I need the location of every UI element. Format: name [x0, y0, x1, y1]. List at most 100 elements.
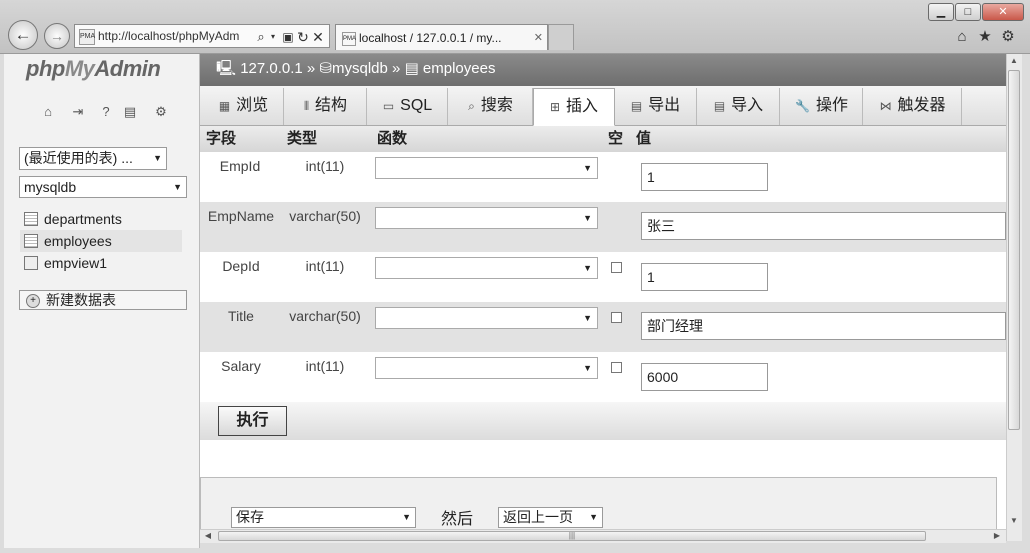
execute-button[interactable]: 执行	[218, 406, 287, 436]
value-input[interactable]: 6000	[641, 363, 768, 391]
logo-admin: Admin	[94, 56, 161, 81]
null-checkbox[interactable]	[611, 312, 622, 323]
compat-view-icon[interactable]: ▣	[281, 27, 295, 47]
tab-export[interactable]: ▤ 导出	[615, 88, 697, 125]
tab-label: SQL	[400, 97, 433, 114]
chevron-down-icon: ▼	[583, 313, 592, 323]
favorites-star-icon[interactable]: ★	[975, 27, 995, 47]
dropdown-icon[interactable]: ▾	[268, 27, 278, 47]
search-icon: ⌕	[468, 99, 475, 113]
breadcrumb-table[interactable]: employees	[423, 60, 496, 77]
chevron-down-icon: ▼	[173, 182, 182, 192]
browse-icon: ▦	[218, 99, 231, 113]
plus-icon: +	[26, 294, 40, 308]
browser-tab[interactable]: PMA localhost / 127.0.0.1 / my... ✕	[335, 24, 548, 50]
tab-triggers[interactable]: ⋈ 触发器	[864, 88, 962, 125]
value-textarea[interactable]: 部门经理	[641, 312, 1006, 340]
server-icon: 🖳	[216, 60, 237, 77]
tools-gear-icon[interactable]: ⚙	[998, 27, 1018, 47]
search-icon[interactable]: ⌕	[254, 27, 268, 47]
new-tab-button[interactable]	[548, 24, 574, 50]
after-insert-select[interactable]: 返回上一页 ▼	[498, 507, 603, 528]
field-type: varchar(50)	[289, 308, 361, 324]
new-table-button[interactable]: + 新建数据表	[19, 290, 187, 310]
chevron-down-icon: ▼	[583, 163, 592, 173]
sidebar-item-label: empview1	[44, 255, 108, 271]
tab-search[interactable]: ⌕ 搜索	[449, 88, 533, 125]
tab-operations[interactable]: 🔧 操作	[781, 88, 863, 125]
tab-sql[interactable]: ▭ SQL	[368, 88, 448, 125]
tab-structure[interactable]: ⫴ 结构	[285, 88, 367, 125]
tab-insert[interactable]: ⊞ 插入	[533, 88, 615, 126]
null-checkbox[interactable]	[611, 262, 622, 273]
minimize-button[interactable]: ▁	[928, 3, 954, 21]
horizontal-scroll-thumb[interactable]: |||	[218, 531, 926, 541]
chevron-down-icon: ▼	[589, 512, 598, 522]
scroll-right-icon[interactable]: ▶	[992, 531, 1002, 540]
help-icon[interactable]: ?	[98, 104, 114, 120]
close-tab-icon[interactable]: ✕	[534, 25, 543, 50]
settings-icon[interactable]: ⚙	[153, 104, 169, 120]
structure-icon: ⫴	[303, 99, 310, 113]
tab-label: 浏览	[236, 97, 269, 114]
refresh-icon[interactable]: ↻	[296, 27, 310, 47]
header-type: 类型	[287, 130, 318, 147]
value-input[interactable]: 1	[641, 163, 768, 191]
tab-label: 操作	[815, 97, 848, 114]
sidebar-item-employees[interactable]: employees	[20, 230, 182, 252]
header-value: 值	[636, 130, 652, 147]
forward-button[interactable]: →	[44, 23, 70, 49]
header-field: 字段	[206, 130, 237, 147]
stop-icon[interactable]: ✕	[311, 27, 325, 47]
back-button[interactable]: ←	[8, 20, 38, 50]
phpmyadmin-logo[interactable]: phpMyAdmin	[26, 56, 161, 82]
home-icon[interactable]: ⌂	[952, 27, 972, 47]
vertical-scroll-thumb[interactable]	[1008, 70, 1020, 430]
breadcrumb-server[interactable]: 127.0.0.1	[240, 60, 303, 77]
docs-icon[interactable]: ▤	[122, 104, 138, 120]
close-window-button[interactable]: ✕	[982, 3, 1024, 21]
breadcrumb-database[interactable]: mysqldb	[332, 60, 388, 77]
new-table-label: 新建数据表	[46, 292, 116, 308]
function-select[interactable]: ▼	[375, 157, 598, 179]
home-icon[interactable]: ⌂	[40, 104, 56, 120]
function-select[interactable]: ▼	[375, 357, 598, 379]
insert-action-select[interactable]: 保存 ▼	[231, 507, 416, 528]
value-input[interactable]: 1	[641, 263, 768, 291]
value-textarea[interactable]: 张三	[641, 212, 1006, 240]
tab-import[interactable]: ▤ 导入	[698, 88, 780, 125]
tab-browse[interactable]: ▦ 浏览	[204, 88, 284, 125]
null-checkbox[interactable]	[611, 362, 622, 373]
tab-label: 搜索	[480, 97, 513, 114]
database-value: mysqldb	[24, 179, 77, 195]
field-name: DepId	[222, 258, 260, 274]
scroll-up-icon[interactable]: ▲	[1008, 56, 1020, 65]
chevron-down-icon: ▼	[583, 363, 592, 373]
table-icon	[24, 234, 38, 248]
tab-label: 插入	[566, 98, 599, 115]
tab-label: 结构	[315, 97, 348, 114]
tab-label: 触发器	[897, 97, 946, 114]
execute-bar	[200, 402, 1006, 440]
import-icon: ▤	[713, 99, 726, 113]
sidebar-item-empview1[interactable]: empview1	[20, 252, 182, 274]
then-label: 然后	[441, 511, 474, 528]
function-select[interactable]: ▼	[375, 257, 598, 279]
chevron-down-icon: ▼	[583, 213, 592, 223]
breadcrumb-separator: »	[306, 60, 316, 77]
scroll-left-icon[interactable]: ◀	[203, 531, 213, 540]
maximize-button[interactable]: □	[955, 3, 981, 21]
tab-label: 导入	[731, 97, 764, 114]
recent-tables-select[interactable]: (最近使用的表) ... ▼	[19, 147, 167, 170]
database-select[interactable]: mysqldb ▼	[19, 176, 187, 198]
chevron-down-icon: ▼	[153, 153, 162, 163]
function-select[interactable]: ▼	[375, 307, 598, 329]
insert-table-header	[200, 126, 1006, 152]
sidebar-item-departments[interactable]: departments	[20, 208, 182, 230]
logout-icon[interactable]: ⇥	[70, 104, 86, 120]
function-select[interactable]: ▼	[375, 207, 598, 229]
logo-php: php	[26, 56, 65, 81]
field-type: int(11)	[305, 258, 345, 274]
scroll-down-icon[interactable]: ▼	[1008, 516, 1020, 525]
field-name: Title	[228, 308, 254, 324]
